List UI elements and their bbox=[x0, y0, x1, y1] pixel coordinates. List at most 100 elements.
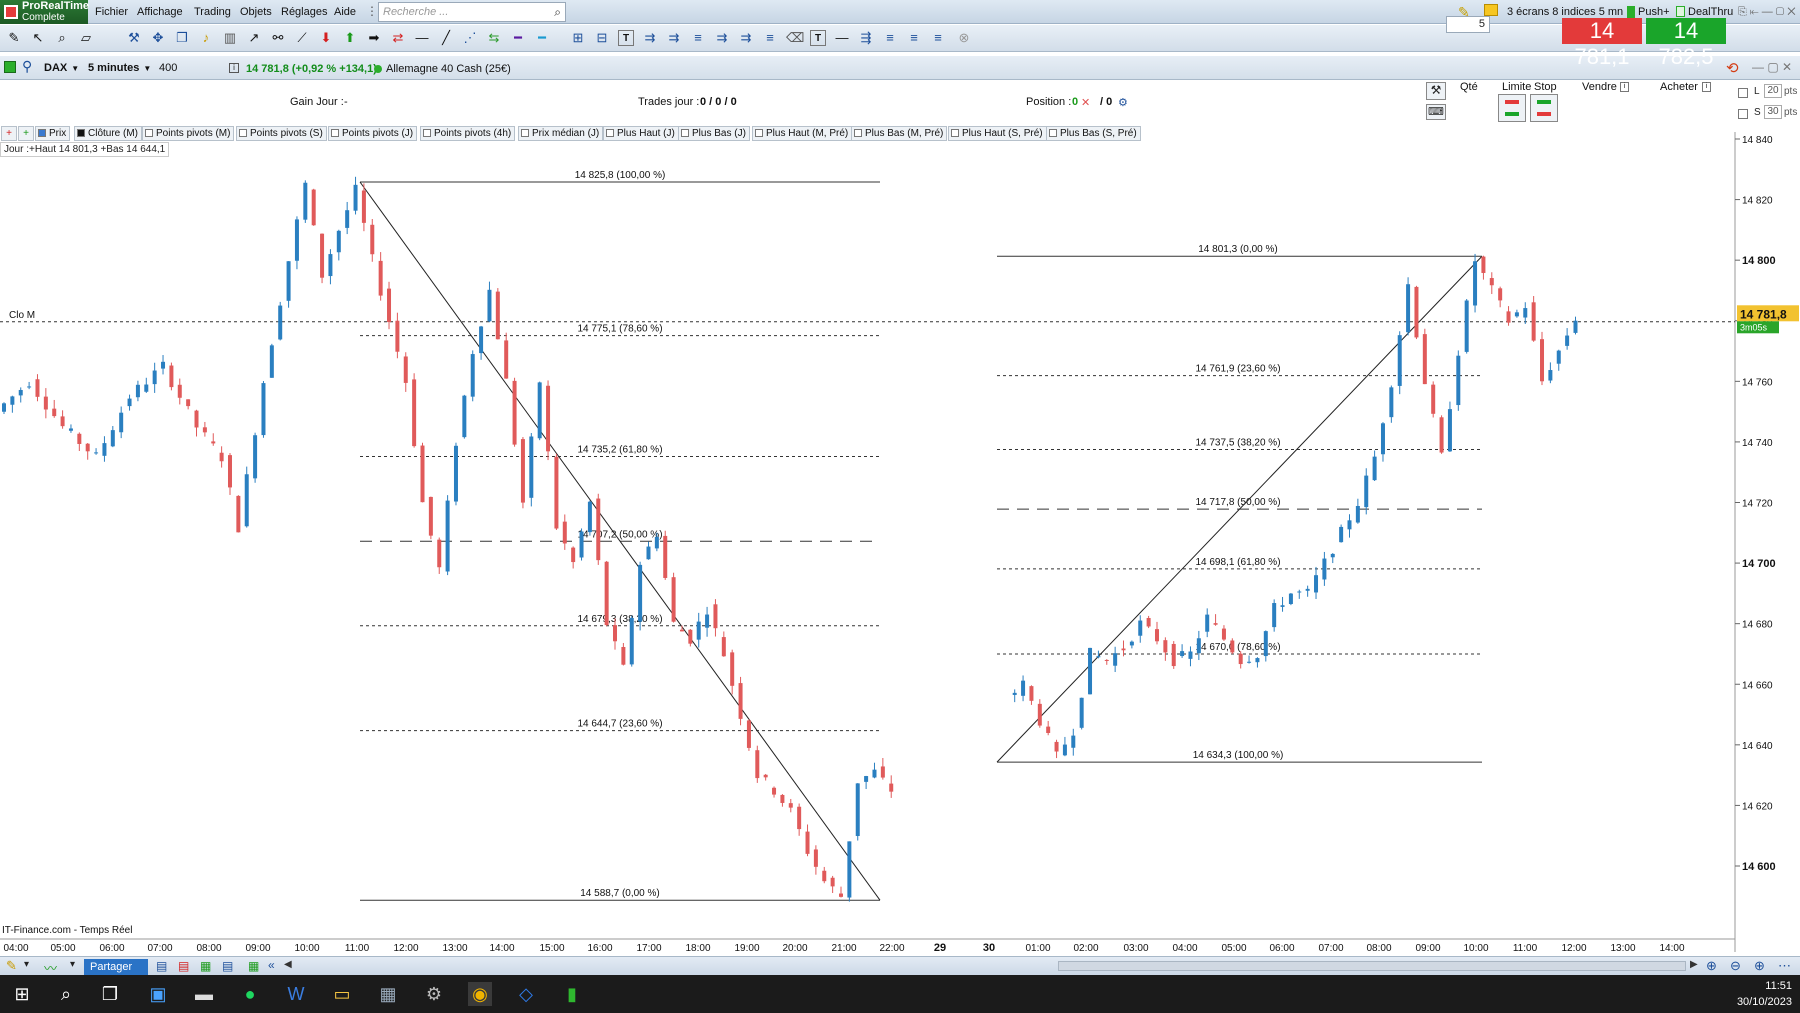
folder-icon[interactable]: ▭ bbox=[330, 982, 354, 1006]
chevron-down-icon[interactable]: ▾ bbox=[70, 959, 75, 970]
keyboard-icon[interactable]: ⌨ bbox=[1426, 104, 1446, 120]
windows-start-icon[interactable]: ⊞ bbox=[10, 982, 34, 1006]
settings-app-icon[interactable]: ⚙ bbox=[422, 982, 446, 1006]
arrow-down-icon[interactable]: ⬇ bbox=[318, 30, 334, 46]
store-icon[interactable]: ▣ bbox=[146, 982, 170, 1006]
legend-low-s[interactable]: Plus Bas (S, Pré) bbox=[1046, 126, 1141, 141]
legend-pivots-4h[interactable]: Points pivots (4h) bbox=[420, 126, 516, 141]
dealthru-button[interactable]: DealThru bbox=[1688, 6, 1733, 18]
prorealtime-icon[interactable]: ▮ bbox=[560, 982, 584, 1006]
legend-low-m[interactable]: Plus Bas (M, Pré) bbox=[851, 126, 948, 141]
zoom-icon[interactable]: ⌕ bbox=[54, 30, 70, 46]
chrome-icon[interactable]: ◉ bbox=[468, 982, 492, 1006]
scroll-left-icon[interactable]: ◀ bbox=[284, 959, 292, 970]
message-icon[interactable] bbox=[1484, 4, 1498, 16]
menu-trading[interactable]: Trading bbox=[194, 6, 231, 18]
extension-icon[interactable]: ⇉ bbox=[714, 30, 730, 46]
timeframe-select[interactable]: 5 minutes ▼ bbox=[84, 59, 154, 77]
units-select[interactable]: 400 unités▼ bbox=[155, 59, 221, 92]
search-input[interactable]: Recherche ... ⌕ bbox=[378, 2, 566, 22]
gann-icon[interactable]: ≡ bbox=[882, 30, 898, 46]
retracement-icon[interactable]: ≡ bbox=[690, 30, 706, 46]
info-icon[interactable]: i bbox=[229, 63, 239, 73]
move-icon[interactable]: ✥ bbox=[150, 30, 166, 46]
refresh-icon[interactable]: ⟲ bbox=[1726, 59, 1739, 77]
legend-pivots-j[interactable]: Points pivots (J) bbox=[328, 126, 418, 141]
app-arrow-icon[interactable]: ◇ bbox=[514, 982, 538, 1006]
arc-icon[interactable]: ≡ bbox=[930, 30, 946, 46]
menu-fichier[interactable]: Fichier bbox=[95, 6, 128, 18]
long-checkbox[interactable] bbox=[1738, 88, 1748, 98]
add-indicator-icon[interactable]: + bbox=[18, 126, 34, 141]
legend-close-m[interactable]: Clôture (M) bbox=[74, 126, 143, 141]
sell-button[interactable]: 14 781,1 bbox=[1562, 18, 1642, 69]
magic-icon[interactable]: ⚒ bbox=[126, 30, 142, 46]
menu-affichage[interactable]: Affichage bbox=[137, 6, 183, 18]
zoom-in-icon[interactable]: ⊕ bbox=[1754, 958, 1765, 974]
hline-blue-icon[interactable]: ━ bbox=[534, 30, 550, 46]
zoom-out-icon[interactable]: ⊖ bbox=[1730, 958, 1741, 974]
menu-aide[interactable]: Aide bbox=[334, 6, 356, 18]
legend-low-j[interactable]: Plus Bas (J) bbox=[678, 126, 750, 141]
hline-purple-icon[interactable]: ━ bbox=[510, 30, 526, 46]
window-controls-icon[interactable]: — ▢ ✕ bbox=[1752, 60, 1792, 74]
trash-icon[interactable]: ▥ bbox=[222, 30, 238, 46]
projection-icon[interactable]: ⇉ bbox=[738, 30, 754, 46]
limit-order-button[interactable] bbox=[1498, 94, 1526, 122]
symbol-select[interactable]: DAX ▼ bbox=[40, 59, 80, 77]
screener-icon[interactable]: ▤ bbox=[156, 959, 167, 973]
legend-high-m[interactable]: Plus Haut (M, Pré) bbox=[752, 126, 853, 141]
pitchfork-icon[interactable]: ⇶ bbox=[858, 30, 874, 46]
scroll-right-icon[interactable]: ▶ bbox=[1690, 959, 1698, 970]
stop-order-button[interactable] bbox=[1530, 94, 1558, 122]
chevron-down-icon[interactable]: ▾ bbox=[24, 959, 29, 970]
chart-type-icon[interactable] bbox=[4, 61, 16, 73]
pencil-icon[interactable]: ✎ bbox=[6, 30, 22, 46]
short-pts-input[interactable]: 30 bbox=[1764, 105, 1782, 119]
label-icon[interactable]: T bbox=[810, 30, 826, 46]
price-chart[interactable]: 14 84014 82014 80014 78014 76014 74014 7… bbox=[0, 132, 1800, 952]
legend-pivots-m[interactable]: Points pivots (M) bbox=[142, 126, 235, 141]
trendline-icon[interactable]: ╱ bbox=[438, 30, 454, 46]
push-button[interactable]: Push+ bbox=[1638, 6, 1670, 18]
arrow-line-icon[interactable]: ↗ bbox=[246, 30, 262, 46]
table-icon[interactable]: ▦ bbox=[200, 959, 211, 973]
link-icon[interactable]: ⚲ bbox=[22, 58, 32, 75]
cursor-icon[interactable]: ↖ bbox=[30, 30, 46, 46]
list-icon[interactable]: ▤ bbox=[178, 959, 189, 973]
window-controls-icon[interactable]: ⎘ ⇤ — ▢ ✕ bbox=[1738, 6, 1796, 19]
segment-icon[interactable]: ⚯ bbox=[270, 30, 286, 46]
layout-name[interactable]: 3 écrans 8 indices 5 mn bbox=[1507, 6, 1623, 18]
menu-reglages[interactable]: Réglages bbox=[281, 6, 327, 18]
horizontal-line-icon[interactable]: — bbox=[414, 30, 430, 46]
double-arrow-icon[interactable]: ⇄ bbox=[390, 30, 406, 46]
word-icon[interactable]: W bbox=[284, 982, 308, 1006]
fibo-time-icon[interactable]: ≡ bbox=[762, 30, 778, 46]
legend-median-j[interactable]: Prix médian (J) bbox=[518, 126, 604, 141]
hline2-icon[interactable]: — bbox=[834, 30, 850, 46]
text-icon[interactable]: T bbox=[618, 30, 634, 46]
spotify-icon[interactable]: ● bbox=[238, 982, 262, 1006]
remove-indicator-icon[interactable]: + bbox=[1, 126, 17, 141]
qty-input[interactable]: 5 bbox=[1446, 16, 1490, 33]
system-clock[interactable]: 11:51 30/10/2023 bbox=[1737, 978, 1792, 1010]
arrow-up-icon[interactable]: ⬆ bbox=[342, 30, 358, 46]
legend-pivots-s[interactable]: Points pivots (S) bbox=[236, 126, 327, 141]
rect2-icon[interactable]: ⇉ bbox=[666, 30, 682, 46]
indicator-icon[interactable]: ✎ bbox=[6, 958, 17, 974]
legend-price[interactable]: Prix bbox=[35, 126, 71, 141]
channel-icon[interactable]: ⋰ bbox=[462, 30, 478, 46]
search-icon[interactable]: ⌕ bbox=[554, 5, 561, 20]
layout-icon[interactable]: ▤ bbox=[222, 959, 233, 973]
buy-button[interactable]: 14 782,5 bbox=[1646, 18, 1726, 69]
app-logo[interactable]: ProRealTime Complete bbox=[0, 0, 89, 24]
calculator-icon[interactable]: ▦ bbox=[376, 982, 400, 1006]
bell-icon[interactable]: ♪ bbox=[198, 30, 214, 46]
buy-info-icon[interactable]: i bbox=[1702, 82, 1711, 92]
long-pts-input[interactable]: 20 bbox=[1764, 84, 1782, 98]
copy-icon[interactable]: ❐ bbox=[174, 30, 190, 46]
close-position-icon[interactable]: ✕ bbox=[1081, 96, 1090, 109]
draw-line-icon[interactable]: ⟋ bbox=[294, 30, 310, 46]
more-options-icon[interactable]: ⋯ bbox=[1778, 958, 1791, 974]
cycles-icon[interactable]: ≡ bbox=[906, 30, 922, 46]
